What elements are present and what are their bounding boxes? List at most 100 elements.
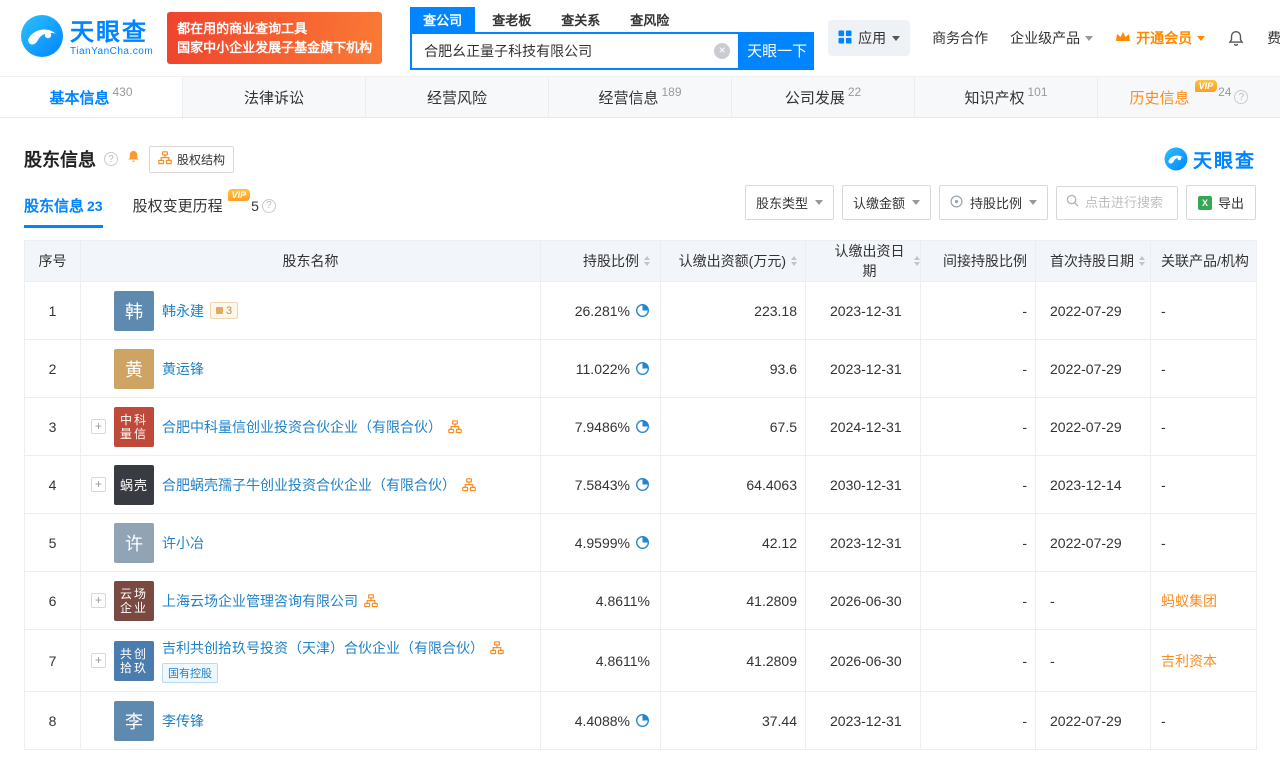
row-number: 1 <box>48 302 57 319</box>
pie-chart-icon[interactable] <box>635 713 650 728</box>
tab-operation-info[interactable]: 经营信息 189 <box>549 77 732 117</box>
related-product-link[interactable]: 蚂蚁集团 <box>1161 593 1217 609</box>
expand-button[interactable]: + <box>91 653 106 668</box>
filter-label: 股东类型 <box>755 196 808 211</box>
subscribe-bell-icon[interactable] <box>126 149 141 169</box>
tianyancha-logo[interactable]: 天眼查 TianYanCha.com <box>20 14 153 63</box>
tab-label: 经营风险 <box>426 89 487 107</box>
indirect-holding-ratio: - <box>1022 476 1027 493</box>
business-cooperation-link[interactable]: 商务合作 <box>932 28 988 48</box>
expand-button[interactable]: + <box>91 419 106 434</box>
tab-legal-litigation[interactable]: 法律诉讼 <box>183 77 366 117</box>
company-search-input[interactable] <box>424 42 715 59</box>
relation-count-badge[interactable]: 3 <box>210 302 239 319</box>
filter-subscribed-amount[interactable]: 认缴金额 <box>841 185 931 220</box>
shareholder-avatar[interactable]: 中科 量信 <box>114 406 154 447</box>
vip-membership-link[interactable]: 开通会员 <box>1115 28 1206 48</box>
sort-icon[interactable] <box>644 256 650 266</box>
shareholder-avatar[interactable]: 许 <box>114 522 154 563</box>
shareholder-name-link[interactable]: 吉利共创拾玖号投资（天津）合伙企业（有限合伙） <box>162 638 484 658</box>
search-tab-relation[interactable]: 查关系 <box>548 7 613 32</box>
pie-chart-icon[interactable] <box>635 419 650 434</box>
chevron-down-icon <box>1085 35 1094 41</box>
equity-structure-icon[interactable] <box>490 641 504 655</box>
equity-structure-icon <box>158 150 172 168</box>
filter-holding-ratio[interactable]: 持股比例 <box>938 185 1048 220</box>
related-product: - <box>1161 418 1166 435</box>
subtab-shareholder-info[interactable]: 股东信息 23 <box>24 195 103 228</box>
indirect-holding-ratio: - <box>1022 418 1027 435</box>
username[interactable]: 费米 <box>1267 28 1280 48</box>
shareholder-name-link[interactable]: 上海云场企业管理咨询有限公司 <box>162 591 358 611</box>
shareholder-avatar[interactable]: 黄 <box>114 348 154 389</box>
tab-operation-risk[interactable]: 经营风险 <box>366 77 549 117</box>
search-button[interactable]: 天眼一下 <box>740 31 815 70</box>
subscribed-amount: 37.44 <box>761 712 797 729</box>
apps-menu-button[interactable]: 应用 <box>828 20 911 56</box>
tab-basic-info[interactable]: 基本信息 430 <box>0 77 183 117</box>
grid-icon <box>838 30 852 47</box>
expand-button[interactable]: + <box>91 477 106 492</box>
subtab-label: 股东信息 <box>24 198 85 215</box>
shareholder-avatar[interactable]: 云场 企业 <box>114 580 154 621</box>
filter-shareholder-type[interactable]: 股东类型 <box>744 185 834 220</box>
equity-structure-icon[interactable] <box>448 419 462 434</box>
notification-bell-icon[interactable] <box>1227 29 1245 47</box>
search-input-wrap: × <box>410 31 741 70</box>
expand-button[interactable]: + <box>91 593 106 608</box>
pie-chart-icon[interactable] <box>635 477 650 492</box>
search-tab-boss[interactable]: 查老板 <box>479 7 544 32</box>
sort-icon[interactable] <box>914 256 920 266</box>
search-area: 查公司 查老板 查关系 查风险 × 天眼一下 <box>410 6 815 70</box>
shareholder-name-link[interactable]: 韩永建 <box>162 301 204 321</box>
clear-icon[interactable]: × <box>714 42 731 59</box>
help-icon[interactable]: ? <box>1234 90 1249 104</box>
equity-structure-label: 股权结构 <box>177 152 226 167</box>
column-header-subscribed-date: 认缴出资日期 <box>834 243 905 279</box>
help-icon[interactable]: ? <box>104 152 118 166</box>
search-tab-risk[interactable]: 查风险 <box>617 7 682 32</box>
shareholder-name-link[interactable]: 李传锋 <box>162 711 204 731</box>
tab-history-info[interactable]: 历史信息 VIP 24 ? <box>1098 77 1280 117</box>
equity-structure-tag[interactable]: 股权结构 <box>149 145 235 173</box>
help-icon[interactable]: ? <box>261 198 276 213</box>
subtab-equity-change-history[interactable]: 股权变更历程 VIP 5 ? <box>133 188 276 228</box>
tab-company-development[interactable]: 公司发展 22 <box>732 77 915 117</box>
pie-chart-icon[interactable] <box>635 361 650 376</box>
state-owned-tag: 国有控股 <box>162 663 218 683</box>
shareholder-name-link[interactable]: 合肥蜗壳孺子牛创业投资合伙企业（有限合伙） <box>162 475 456 495</box>
subscribed-date: 2024-12-31 <box>830 418 902 435</box>
column-header-indirect-ratio: 间接持股比例 <box>943 253 1027 269</box>
search-bar: × 天眼一下 <box>410 31 815 70</box>
enterprise-products-label: 企业级产品 <box>1010 30 1081 46</box>
filter-label: 持股比例 <box>969 196 1022 211</box>
shareholder-name-link[interactable]: 许小冶 <box>162 533 204 553</box>
tab-intellectual-property[interactable]: 知识产权 101 <box>915 77 1098 117</box>
tab-count: 24 <box>1218 85 1232 99</box>
enterprise-products-link[interactable]: 企业级产品 <box>1010 28 1094 48</box>
related-product: - <box>1161 476 1166 493</box>
export-button[interactable]: X 导出 <box>1185 185 1256 220</box>
pie-chart-icon[interactable] <box>635 303 650 318</box>
sort-icon[interactable] <box>791 256 797 266</box>
related-product-link[interactable]: 吉利资本 <box>1161 653 1217 669</box>
shareholder-avatar[interactable]: 韩 <box>114 290 154 331</box>
equity-structure-icon[interactable] <box>364 593 378 608</box>
promo-banner[interactable]: 都在用的商业查询工具 国家中小企业发展子基金旗下机构 <box>167 12 383 64</box>
first-holding-date: - <box>1050 652 1055 669</box>
table-search-input[interactable] <box>1084 195 1168 210</box>
shareholder-avatar[interactable]: 共创 拾玖 <box>114 640 154 681</box>
table-row: 5+许许小冶4.9599%42.122023-12-31-2022-07-29- <box>24 513 1257 572</box>
shareholder-name-link[interactable]: 黄运锋 <box>162 359 204 379</box>
subscribed-date: 2023-12-31 <box>830 534 902 551</box>
shareholder-name-link[interactable]: 合肥中科量信创业投资合伙企业（有限合伙） <box>162 417 442 437</box>
shareholder-avatar[interactable]: 李 <box>114 700 154 741</box>
search-tab-company[interactable]: 查公司 <box>410 6 476 32</box>
pie-chart-icon[interactable] <box>635 535 650 550</box>
equity-structure-icon[interactable] <box>462 477 476 492</box>
subtab-count: 5 <box>251 197 259 214</box>
sort-icon[interactable] <box>1139 256 1145 266</box>
vip-membership-label: 开通会员 <box>1136 30 1193 46</box>
shareholder-avatar[interactable]: 蜗壳 <box>114 464 154 505</box>
vip-badge: VIP <box>227 188 251 201</box>
